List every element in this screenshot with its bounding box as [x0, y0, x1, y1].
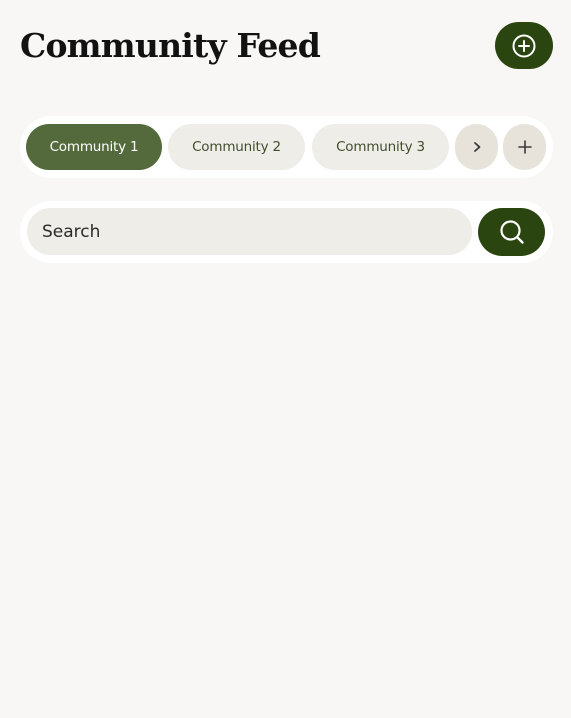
- tab-community-3[interactable]: Community 3: [312, 124, 449, 170]
- next-communities-button[interactable]: [455, 124, 498, 170]
- page-title: Community Feed: [20, 26, 321, 65]
- tab-community-1[interactable]: Community 1: [26, 124, 162, 170]
- plus-circle-icon: [511, 33, 537, 59]
- new-post-button[interactable]: [495, 22, 553, 69]
- tab-community-2[interactable]: Community 2: [168, 124, 305, 170]
- community-feed-screen: Community Feed Community 1 Community 2 C…: [0, 0, 571, 718]
- chevron-right-icon: [470, 140, 484, 154]
- search-input[interactable]: [27, 208, 472, 255]
- community-tabs: Community 1 Community 2 Community 3: [20, 116, 553, 178]
- search-bar: [20, 201, 553, 263]
- plus-icon: [517, 139, 533, 155]
- search-icon: [497, 217, 527, 247]
- search-button[interactable]: [478, 208, 545, 256]
- add-community-button[interactable]: [503, 124, 546, 170]
- header: Community Feed: [20, 22, 553, 70]
